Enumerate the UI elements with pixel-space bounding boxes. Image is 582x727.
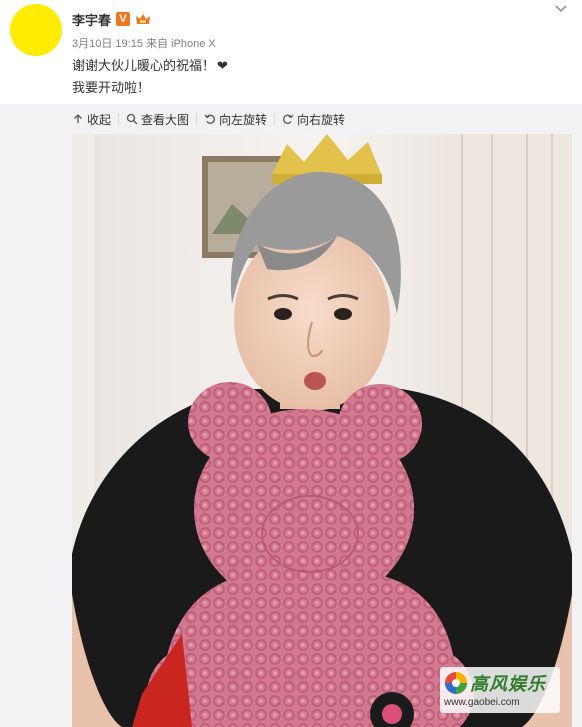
- rotate-left-label: 向左旋转: [219, 112, 268, 127]
- toolbar-divider: [118, 113, 120, 125]
- toolbar-divider: [196, 113, 198, 125]
- collapse-arrow-icon: [74, 114, 82, 123]
- via-prefix: 来自: [146, 38, 168, 50]
- rotate-right-icon: [283, 114, 294, 124]
- member-crown-icon[interactable]: [135, 12, 151, 26]
- post-date[interactable]: 3月10日 19:15: [72, 38, 143, 50]
- post-meta: 3月10日 19:15 来自 iPhone X: [72, 35, 216, 51]
- post-text-line2: 我要开动啦！: [72, 80, 151, 95]
- weibo-post: 李宇春 V 3月10日 19:15 来自 iPhone X 谢谢大伙儿暖心的祝福…: [0, 0, 582, 727]
- avatar[interactable]: [10, 4, 62, 56]
- photo-illustration: [72, 134, 572, 727]
- collapse-label: 收起: [87, 112, 112, 127]
- heart-icon: ❤: [217, 58, 228, 73]
- verified-icon[interactable]: V: [116, 12, 131, 26]
- rotate-left-icon: [204, 114, 215, 124]
- rotate-left-button[interactable]: 向左旋转: [204, 111, 267, 128]
- watermark: 高风娱乐 www.gaobei.com: [440, 667, 560, 713]
- right-eye: [334, 308, 352, 320]
- post-text-line1: 谢谢大伙儿暖心的祝福！: [72, 58, 216, 73]
- view-large-button[interactable]: 查看大图: [126, 111, 189, 128]
- left-eye: [274, 308, 292, 320]
- cake-snout: [261, 495, 359, 573]
- watermark-url: www.gaobei.com: [444, 697, 520, 708]
- author-row: 李宇春 V: [72, 10, 151, 28]
- rainbow-logo-icon: [445, 672, 467, 694]
- search-icon: [126, 113, 138, 125]
- toolbar-divider: [274, 113, 276, 125]
- rotate-right-label: 向右旋转: [297, 112, 346, 127]
- watermark-title: 高风娱乐: [470, 674, 546, 695]
- mouth: [304, 372, 326, 390]
- author-name[interactable]: 李宇春: [72, 10, 111, 29]
- collapse-button[interactable]: 收起: [72, 111, 111, 128]
- emblem-center: [382, 704, 402, 724]
- post-text: 谢谢大伙儿暖心的祝福！ ❤ 我要开动啦！: [72, 55, 228, 99]
- image-toolbar: 收起 查看大图 向左旋转 向右旋转: [72, 110, 345, 128]
- view-large-label: 查看大图: [141, 112, 190, 127]
- post-device[interactable]: iPhone X: [171, 38, 216, 50]
- rotate-right-button[interactable]: 向右旋转: [282, 111, 345, 128]
- post-photo[interactable]: 高风娱乐 www.gaobei.com: [72, 134, 572, 727]
- chevron-down-icon[interactable]: [554, 4, 568, 14]
